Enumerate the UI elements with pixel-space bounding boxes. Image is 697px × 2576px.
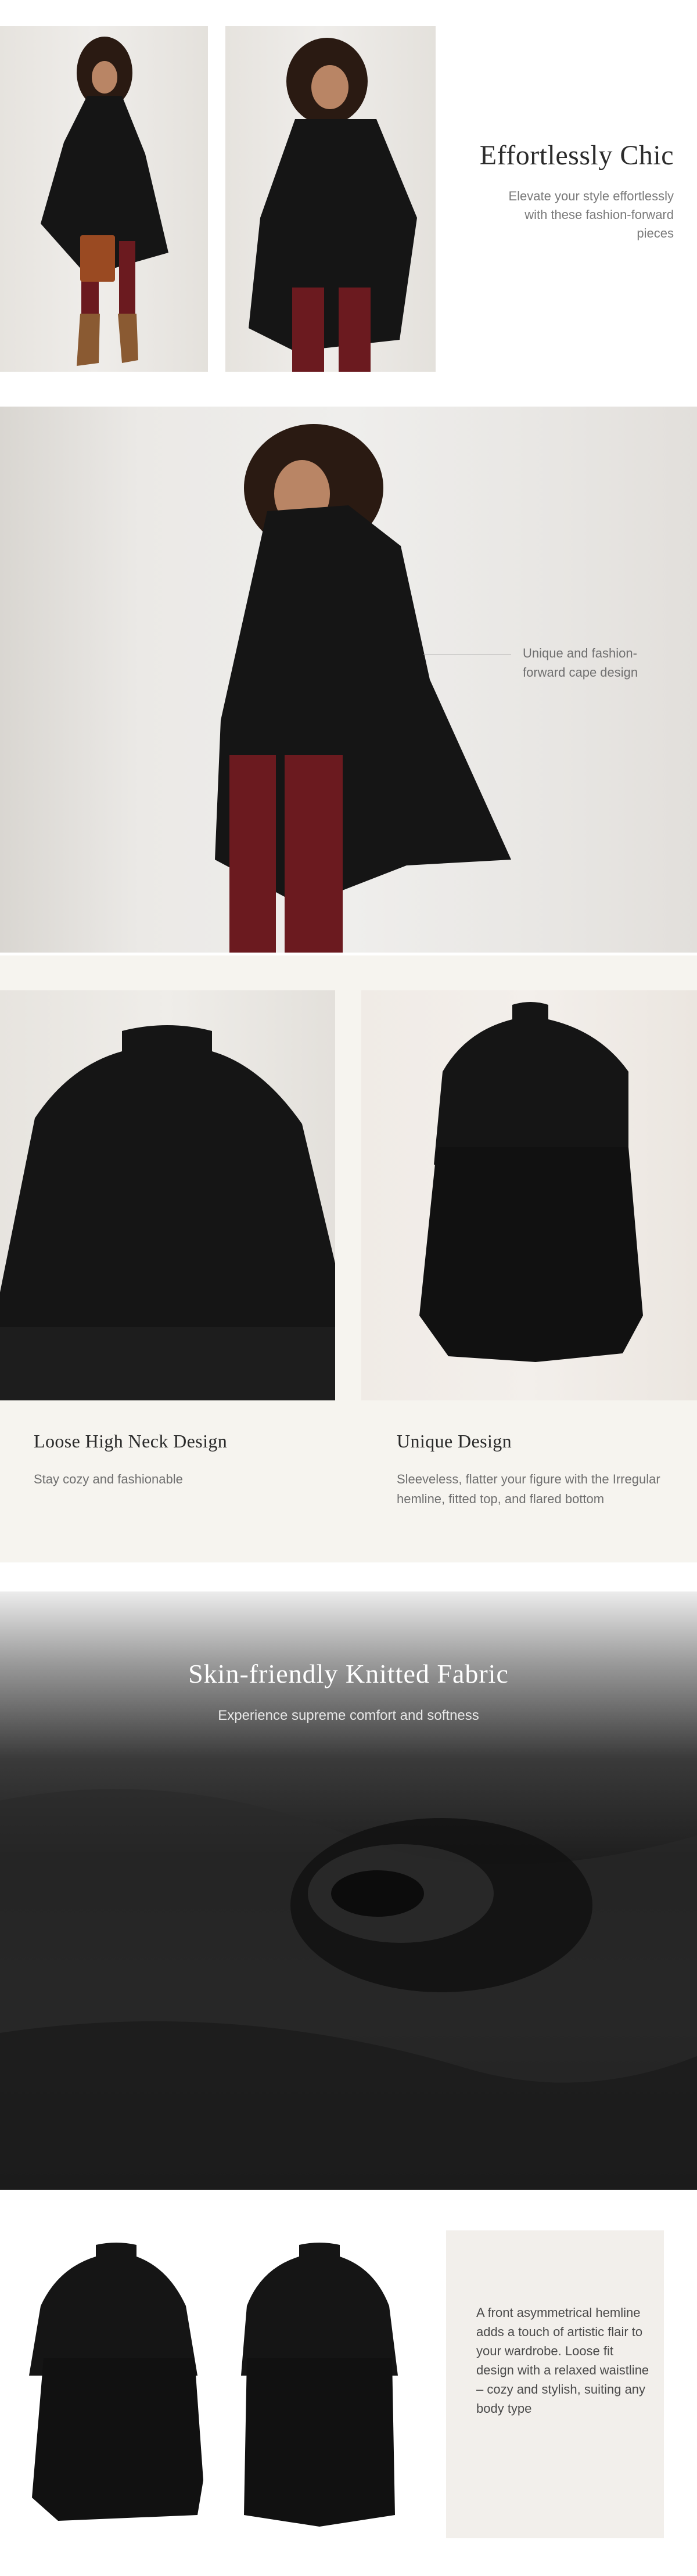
garment-illustration xyxy=(241,2243,398,2527)
cape-annotation: Unique and fashion-forward cape design xyxy=(523,646,638,680)
model-illustration xyxy=(41,37,168,366)
section-title: Skin-friendly Knitted Fabric xyxy=(188,1659,509,1688)
feature-text: Sleeveless, flatter your figure with the… xyxy=(397,1472,660,1507)
fit-description: A front asymmetrical hemline adds a touc… xyxy=(476,2305,649,2416)
feature-title: Unique Design xyxy=(397,1431,512,1452)
section-description: Elevate your style effortlessly with the… xyxy=(508,189,674,240)
high-neck-photo xyxy=(0,990,335,1400)
feature-title: Loose High Neck Design xyxy=(34,1431,228,1452)
garment-back-image xyxy=(232,2242,407,2538)
model-closeup-photo xyxy=(225,26,436,372)
feature-text: Stay cozy and fashionable xyxy=(34,1472,183,1486)
section-title: Effortlessly Chic xyxy=(479,140,674,171)
model-illustration xyxy=(249,38,417,372)
garment-illustration xyxy=(419,1002,643,1362)
garment-illustration xyxy=(29,2243,203,2521)
garment-front-image xyxy=(23,2242,209,2538)
garment-illustration xyxy=(0,1025,335,1400)
section-subtitle: Experience supreme comfort and softness xyxy=(218,1708,479,1723)
unique-design-photo xyxy=(361,990,697,1400)
full-length-model-photo xyxy=(0,26,208,372)
